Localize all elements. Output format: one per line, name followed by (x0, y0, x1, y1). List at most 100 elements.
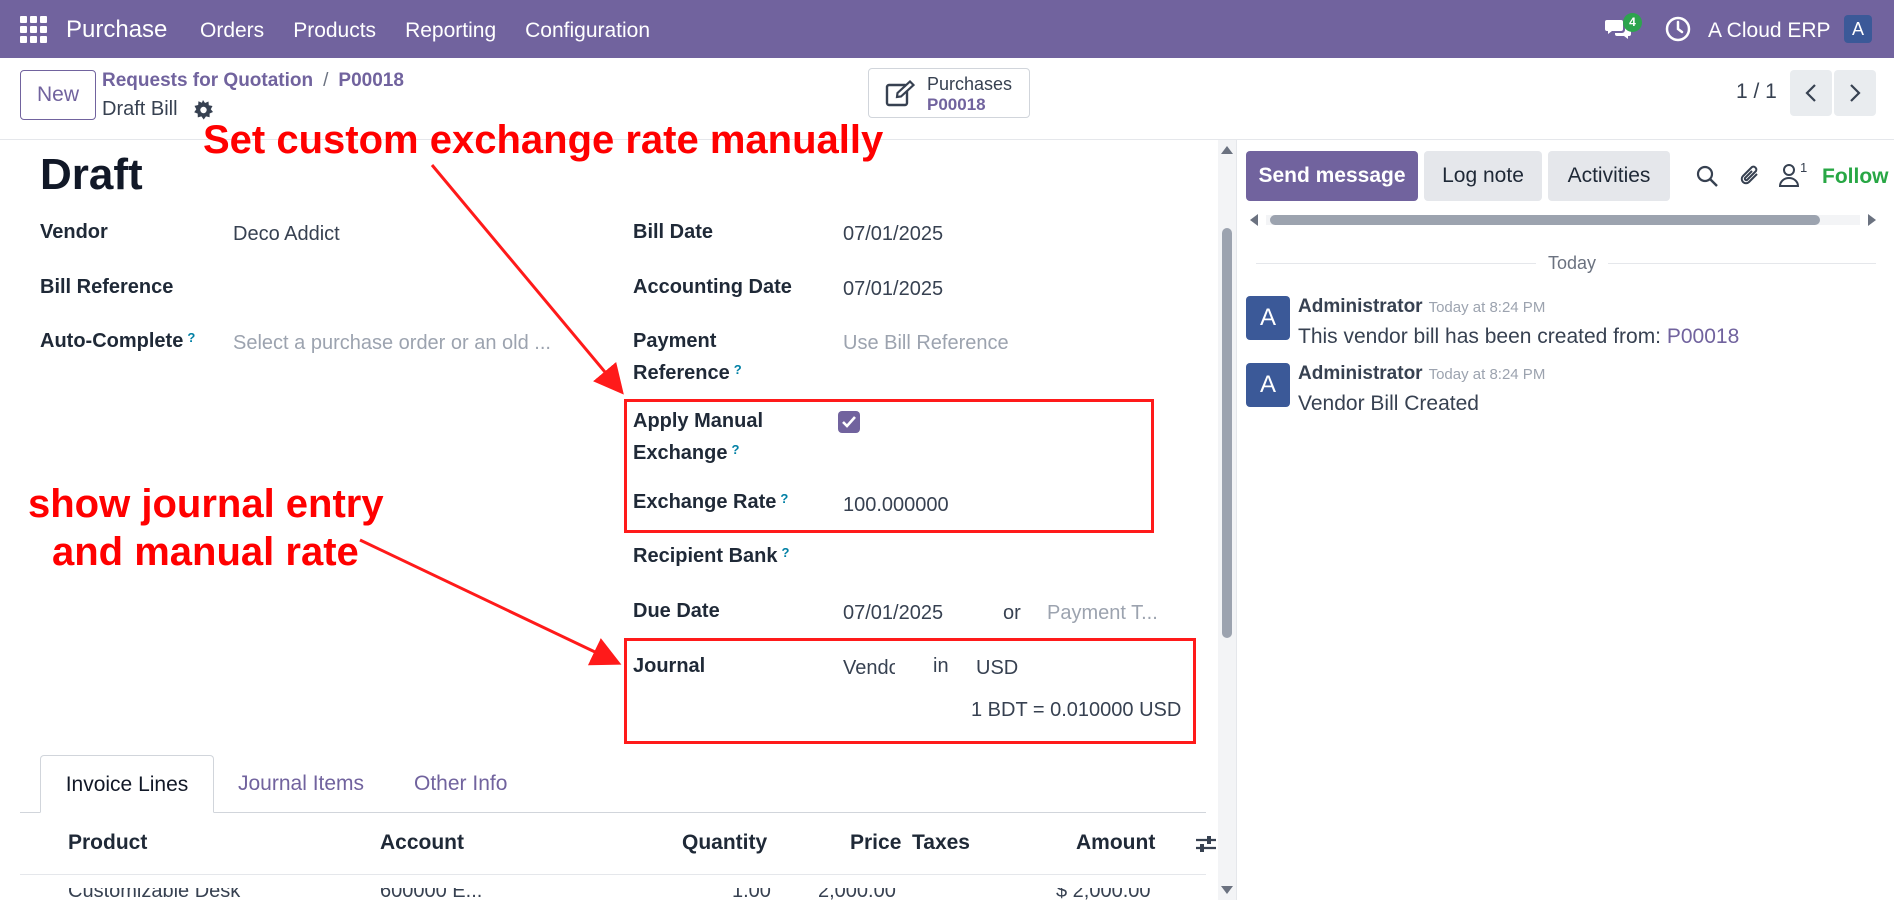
scroll-left-icon[interactable] (1250, 214, 1258, 226)
annotation-left-note-line1: show journal entry (28, 482, 384, 526)
payment-reference-label-line1: Payment (633, 330, 717, 352)
scrollbar-thumb[interactable] (1270, 215, 1820, 225)
message-author-name[interactable]: Administrator (1298, 296, 1423, 317)
edit-icon (885, 80, 915, 107)
company-switcher[interactable]: A Cloud ERP (1708, 19, 1831, 43)
form-scrollbar[interactable] (1218, 140, 1236, 900)
pager-next-button[interactable] (1834, 70, 1876, 116)
invoice-lines-header: Product Account Quantity Price Taxes Amo… (20, 813, 1216, 875)
breadcrumb-separator: / (323, 70, 329, 91)
tab-journal-items[interactable]: Journal Items (238, 755, 364, 813)
avatar[interactable]: A (1246, 296, 1290, 340)
payment-terms-field[interactable]: Payment T... (1047, 602, 1158, 625)
breadcrumb-parent[interactable]: Requests for Quotation (102, 70, 313, 91)
due-date-field[interactable]: 07/01/2025 (843, 602, 943, 625)
log-note-button[interactable]: Log note (1424, 151, 1542, 201)
message-record-link[interactable]: P00018 (1667, 325, 1739, 348)
purchases-smart-button[interactable]: Purchases P00018 (868, 68, 1030, 118)
recipient-bank-label: Recipient Bank? (633, 545, 789, 568)
column-product[interactable]: Product (68, 831, 147, 855)
smart-button-label: Purchases (927, 74, 1013, 94)
vendor-label: Vendor (40, 221, 108, 243)
breadcrumb: Requests for Quotation / P00018 (102, 70, 404, 92)
activity-clock-icon[interactable] (1665, 16, 1691, 42)
message-author: Administrator Today at 8:24 PM (1298, 363, 1545, 385)
auto-complete-field[interactable]: Select a purchase order or an old ... (233, 332, 551, 355)
scroll-down-icon[interactable] (1221, 886, 1233, 894)
bill-reference-field[interactable] (233, 276, 573, 302)
row-account: 600000 E... (380, 888, 483, 900)
notebook-tabs: Invoice Lines Journal Items Other Info (20, 755, 1206, 813)
scroll-right-icon[interactable] (1868, 214, 1876, 226)
column-options-icon[interactable] (1195, 833, 1217, 855)
column-quantity[interactable]: Quantity (682, 831, 767, 855)
user-avatar[interactable]: A (1844, 15, 1872, 43)
message-body: Vendor Bill Created (1298, 392, 1479, 416)
auto-complete-label: Auto-Complete? (40, 330, 195, 353)
payment-reference-label-text: Reference (633, 362, 730, 384)
bill-reference-label: Bill Reference (40, 276, 174, 298)
vendor-field[interactable]: Deco Addict (233, 223, 340, 246)
gear-icon[interactable] (193, 100, 213, 120)
recipient-bank-label-text: Recipient Bank (633, 545, 778, 567)
tab-other-info[interactable]: Other Info (414, 755, 507, 813)
current-record-title: Draft Bill (102, 98, 178, 120)
payment-reference-label-line2: Reference? (633, 362, 742, 385)
breadcrumb-record[interactable]: P00018 (338, 70, 404, 91)
avatar[interactable]: A (1246, 363, 1290, 407)
chevron-right-icon (1850, 84, 1861, 102)
due-date-label: Due Date (633, 600, 720, 622)
table-row[interactable]: Customizable Desk 600000 E... 1.00 2,000… (20, 888, 1206, 900)
menu-configuration[interactable]: Configuration (525, 19, 650, 43)
new-button[interactable]: New (20, 70, 96, 120)
column-taxes[interactable]: Taxes (912, 831, 970, 855)
scrollbar-thumb[interactable] (1222, 228, 1232, 638)
message-author-name[interactable]: Administrator (1298, 363, 1423, 384)
recipient-bank-field[interactable] (843, 545, 1163, 571)
row-product: Customizable Desk (68, 888, 241, 900)
message-time: Today at 8:24 PM (1428, 366, 1546, 383)
pager-value[interactable]: 1 / 1 (1736, 80, 1777, 104)
annotation-exchange-box (624, 399, 1154, 533)
message-body-text: Vendor Bill Created (1298, 392, 1479, 415)
annotation-journal-box (624, 638, 1196, 744)
follow-button[interactable]: Follow (1822, 165, 1894, 189)
main-menu: Orders Products Reporting Configuration (200, 19, 650, 43)
pager-previous-button[interactable] (1790, 70, 1832, 116)
menu-reporting[interactable]: Reporting (405, 19, 496, 43)
follower-count: 1 (1800, 160, 1808, 175)
send-message-button[interactable]: Send message (1246, 151, 1418, 201)
chat-count-badge: 4 (1623, 13, 1642, 32)
column-account[interactable]: Account (380, 831, 464, 855)
chevron-left-icon (1805, 84, 1816, 102)
app-brand[interactable]: Purchase (66, 16, 167, 44)
app-grid-icon[interactable] (20, 16, 47, 43)
bill-date-field[interactable]: 07/01/2025 (843, 223, 943, 246)
help-tooltip-icon[interactable]: ? (187, 330, 195, 345)
help-tooltip-icon[interactable]: ? (734, 362, 742, 377)
message-body: This vendor bill has been created from: … (1298, 325, 1739, 349)
help-tooltip-icon[interactable]: ? (781, 545, 789, 560)
annotation-left-note-line2: and manual rate (52, 530, 359, 574)
menu-products[interactable]: Products (293, 19, 376, 43)
tab-invoice-lines[interactable]: Invoice Lines (40, 755, 214, 813)
row-quantity: 1.00 (732, 888, 771, 900)
annotation-top-note: Set custom exchange rate manually (203, 118, 884, 162)
payment-reference-field[interactable]: Use Bill Reference (843, 332, 1009, 355)
auto-complete-label-text: Auto-Complete (40, 330, 184, 352)
column-price[interactable]: Price (850, 831, 901, 855)
menu-orders[interactable]: Orders (200, 19, 264, 43)
date-separator: Today (1536, 253, 1609, 274)
followers-icon[interactable] (1778, 163, 1800, 187)
chatter-horizontal-scrollbar[interactable] (1250, 213, 1876, 227)
scroll-up-icon[interactable] (1221, 146, 1233, 154)
bill-date-label: Bill Date (633, 221, 714, 243)
record-status-title: Draft (40, 150, 143, 199)
accounting-date-field[interactable]: 07/01/2025 (843, 278, 943, 301)
search-icon[interactable] (1695, 164, 1719, 188)
row-amount: $ 2,000.00 (1056, 888, 1151, 900)
column-amount[interactable]: Amount (1076, 831, 1155, 855)
activities-button[interactable]: Activities (1548, 151, 1670, 201)
paperclip-icon[interactable] (1739, 163, 1763, 189)
accounting-date-label: Accounting Date (633, 276, 792, 298)
